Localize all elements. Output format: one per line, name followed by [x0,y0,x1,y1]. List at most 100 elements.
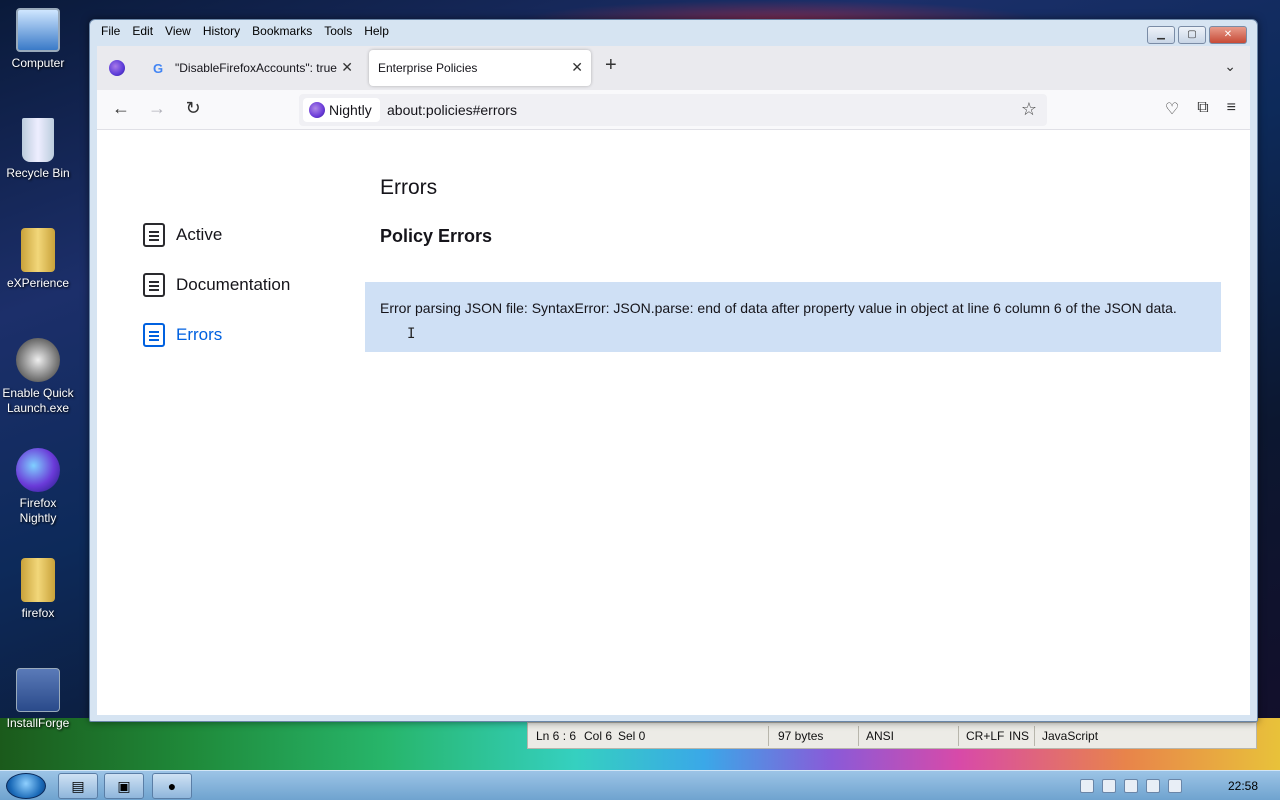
url-text[interactable]: about:policies#errors [387,102,517,118]
status-col: Col 6 [584,729,613,743]
desktop-icon-experience[interactable]: eXPerience [0,228,76,291]
clipboard-icon [143,223,165,247]
firefox-view-icon[interactable] [109,60,125,76]
desktop-icon-enable-quick-launch[interactable]: Enable Quick Launch.exe [0,338,76,416]
firefox-nightly-icon [16,448,60,492]
status-divider [958,726,959,746]
desktop-icon-label: InstallForge [6,716,70,730]
page-content: Active Documentation Errors Errors Polic… [97,130,1250,715]
clock[interactable]: 22:58 [1228,779,1258,793]
document-icon[interactable] [1080,779,1094,793]
status-divider [858,726,859,746]
installforge-icon [16,668,60,712]
taskbar-explorer-button[interactable]: ▤ [58,773,98,799]
new-tab-icon[interactable]: + [605,54,617,77]
firefox-icon: ● [167,778,177,794]
recycle-bin-icon [22,118,54,162]
menu-file[interactable]: File [100,23,121,43]
chevron-down-icon[interactable]: ⌄ [1224,58,1236,75]
status-mode: INS [1009,729,1030,743]
browser-window: File Edit View History Bookmarks Tools H… [89,19,1258,722]
status-language: JavaScript [1042,729,1099,743]
status-eol: CR+LF [966,729,1005,743]
start-button[interactable] [6,773,46,799]
window-controls: ▁ ▢ ✕ [1147,26,1247,44]
bookmark-star-icon[interactable]: ☆ [1021,99,1037,120]
warning-clipboard-icon [143,323,165,347]
folder-icon [21,558,55,602]
hamburger-menu-icon[interactable]: ≡ [1227,99,1236,119]
identity-label: Nightly [329,102,372,118]
page-title: Errors [380,176,438,199]
nightly-icon [309,102,325,118]
volume-muted-icon[interactable] [1168,779,1182,793]
desktop-icon-label: Computer [11,56,65,70]
tab-disablefirefoxaccounts[interactable]: G "DisableFirefoxAccounts": true ✕ [143,50,361,86]
sidebar-item-errors[interactable]: Errors [143,310,290,360]
status-sel: Sel 0 [618,729,646,743]
policies-sidebar: Active Documentation Errors [143,210,290,360]
desktop-icon-label: Recycle Bin [6,166,70,180]
desktop-icon-computer[interactable]: Computer [0,8,76,71]
folder-icon: ▤ [71,778,85,794]
error-message: Error parsing JSON file: SyntaxError: JS… [365,282,1221,352]
close-window-button[interactable]: ✕ [1209,26,1247,44]
sidebar-item-active[interactable]: Active [143,210,290,260]
section-title: Policy Errors [380,226,493,246]
sidebar-item-label: Active [176,225,223,244]
url-bar[interactable]: Nightly about:policies#errors ☆ [299,94,1047,126]
documentation-icon [143,273,165,297]
menu-tools[interactable]: Tools [323,23,353,43]
desktop-icon-label: Enable Quick Launch.exe [2,386,74,415]
desktop-icon-installforge[interactable]: InstallForge [0,668,76,731]
tab-title: Enterprise Policies [378,61,478,75]
taskbar: ▤ ▣ ● 22:58 [0,770,1280,800]
window-icon: ▣ [117,778,131,794]
close-tab-icon[interactable]: ✕ [341,59,353,76]
status-line: Ln 6 : 6 [536,729,577,743]
taskbar-app-button[interactable]: ▣ [104,773,144,799]
desktop-icon-firefox-nightly[interactable]: Firefox Nightly [0,448,76,526]
back-arrow-icon[interactable]: ← [109,98,133,119]
menu-help[interactable]: Help [363,23,390,43]
status-divider [768,726,769,746]
computer-icon [16,8,60,52]
flag-icon[interactable] [1124,779,1138,793]
google-icon: G [153,61,164,76]
maximize-button[interactable]: ▢ [1178,26,1206,44]
desktop-icon-label: eXPerience [6,276,70,290]
menu-edit[interactable]: Edit [131,23,154,43]
menu-bar: File Edit View History Bookmarks Tools H… [100,23,390,43]
identity-box[interactable]: Nightly [303,98,380,122]
tab-enterprise-policies[interactable]: Enterprise Policies ✕ [369,50,591,86]
close-tab-icon[interactable]: ✕ [571,59,583,76]
reload-icon[interactable]: ↻ [181,98,205,119]
forward-arrow-icon[interactable]: → [145,98,169,119]
extensions-icon[interactable]: ⧉ [1197,99,1208,119]
desktop-icon-firefox-folder[interactable]: firefox [0,558,76,621]
editor-statusbar: Ln 6 : 6 Col 6 Sel 0 97 bytes ANSI CR+LF… [527,722,1257,749]
desktop-icon-label: Firefox Nightly [19,496,57,525]
sidebar-item-label: Documentation [176,275,291,294]
menu-bookmarks[interactable]: Bookmarks [251,23,313,43]
folder-icon [21,228,55,272]
sidebar-item-documentation[interactable]: Documentation [143,260,290,310]
desktop-icon-label: firefox [21,606,55,620]
status-divider [1034,726,1035,746]
menu-history[interactable]: History [202,23,241,43]
nav-bar: ← → ↻ Nightly about:policies#errors ☆ ♡ … [97,90,1250,130]
sidebar-item-label: Errors [176,325,223,344]
pocket-icon[interactable]: ♡ [1165,99,1179,119]
tab-bar: G "DisableFirefoxAccounts": true ✕ Enter… [97,46,1250,90]
security-icon[interactable] [1102,779,1116,793]
text-cursor-icon: I [407,326,416,342]
tab-title: "DisableFirefoxAccounts": true [175,61,337,75]
toolbar-right: ♡ ⧉ ≡ [1165,99,1236,119]
status-encoding: ANSI [866,729,895,743]
taskbar-firefox-button[interactable]: ● [152,773,192,799]
network-icon[interactable] [1146,779,1160,793]
status-size: 97 bytes [778,729,824,743]
menu-view[interactable]: View [164,23,192,43]
desktop-icon-recycle-bin[interactable]: Recycle Bin [0,118,76,181]
minimize-button[interactable]: ▁ [1147,26,1175,44]
